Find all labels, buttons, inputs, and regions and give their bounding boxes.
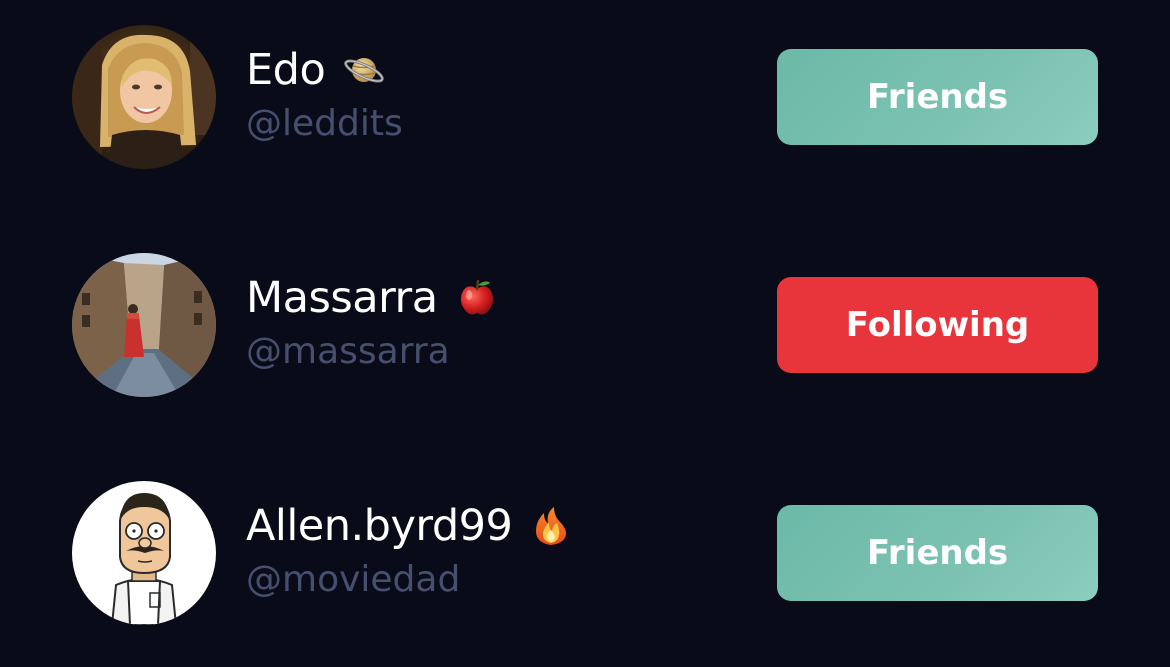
user-handle: @massarra bbox=[246, 331, 450, 372]
fire-icon bbox=[530, 505, 572, 547]
user-handle: @leddits bbox=[246, 103, 403, 144]
avatar[interactable] bbox=[72, 253, 216, 397]
name-line: Edo bbox=[246, 38, 385, 102]
display-name: Edo bbox=[246, 44, 326, 95]
red-apple-icon bbox=[456, 277, 498, 319]
friends-button[interactable]: Friends bbox=[777, 505, 1098, 601]
following-button[interactable]: Following bbox=[777, 277, 1098, 373]
name-line: Massarra bbox=[246, 266, 498, 330]
list-item[interactable]: Edo @leddits Friends bbox=[0, 22, 1170, 172]
user-handle: @moviedad bbox=[246, 559, 461, 600]
avatar[interactable] bbox=[72, 25, 216, 169]
name-line: Allen.byrd99 bbox=[246, 494, 572, 558]
display-name: Allen.byrd99 bbox=[246, 500, 513, 551]
display-name: Massarra bbox=[246, 272, 438, 323]
user-list: Edo @leddits Friends Massarra @massarra … bbox=[0, 0, 1170, 667]
saturn-icon bbox=[343, 49, 385, 91]
list-item[interactable]: Massarra @massarra Following bbox=[0, 250, 1170, 400]
list-item[interactable]: Allen.byrd99 @moviedad Friends bbox=[0, 478, 1170, 628]
avatar[interactable] bbox=[72, 481, 216, 625]
friends-button[interactable]: Friends bbox=[777, 49, 1098, 145]
